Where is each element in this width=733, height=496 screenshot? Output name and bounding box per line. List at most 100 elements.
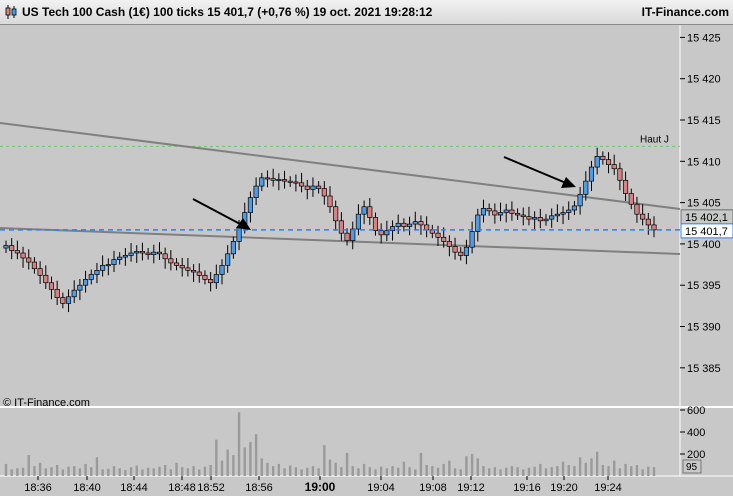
volume-bar bbox=[175, 462, 178, 476]
volume-bar bbox=[73, 466, 76, 476]
volume-bar bbox=[254, 434, 258, 476]
x-tick-label: 19:08 bbox=[419, 482, 447, 494]
volume-bar bbox=[578, 457, 582, 476]
volume-bar bbox=[243, 447, 246, 476]
volume-bar bbox=[556, 466, 559, 476]
volume-bar bbox=[260, 458, 263, 476]
volume-bar bbox=[379, 466, 383, 476]
day-high-label: Haut J bbox=[640, 134, 669, 145]
y-tick-label: 15 425 bbox=[687, 32, 721, 44]
volume-bar bbox=[453, 468, 457, 476]
volume-bar bbox=[505, 467, 508, 476]
volume-bar bbox=[595, 451, 599, 476]
volume-bar bbox=[289, 465, 292, 476]
volume-bar bbox=[368, 467, 371, 476]
volume-bar bbox=[351, 466, 354, 476]
volume-bar bbox=[607, 466, 610, 476]
volume-bar bbox=[158, 466, 161, 476]
volume-bar bbox=[345, 452, 349, 476]
volume-bar bbox=[436, 467, 440, 476]
volume-bar bbox=[499, 469, 502, 476]
volume-bar bbox=[340, 467, 343, 476]
volume-bar bbox=[567, 465, 570, 476]
volume-bar bbox=[186, 468, 190, 476]
volume-bar bbox=[425, 465, 428, 476]
x-tick-label: 18:44 bbox=[120, 482, 148, 494]
volume-bar bbox=[33, 466, 36, 476]
volume-bar bbox=[487, 468, 491, 476]
volume-bar bbox=[408, 467, 411, 476]
volume-bar bbox=[431, 466, 434, 476]
x-tick-label: 18:56 bbox=[245, 482, 273, 494]
price-chart[interactable]: 15 425 15 420 15 415 15 410 15 405 15 400 15 3… bbox=[0, 0, 733, 496]
volume-bar bbox=[510, 466, 514, 476]
volume-bar bbox=[44, 468, 47, 476]
upper-price-label: 15 402,1 bbox=[680, 209, 733, 225]
x-tick-label: 19:04 bbox=[367, 482, 395, 494]
volume-bar bbox=[357, 468, 360, 476]
volume-tick-label: 200 bbox=[687, 449, 705, 461]
volume-bar bbox=[362, 463, 366, 476]
volume-bar bbox=[516, 467, 519, 476]
volume-bar bbox=[169, 469, 173, 476]
volume-bar bbox=[544, 468, 548, 476]
y-tick-label: 15 400 bbox=[687, 239, 721, 251]
volume-bar bbox=[215, 439, 218, 476]
x-tick-label: 18:52 bbox=[197, 482, 225, 494]
volume-bar bbox=[226, 449, 229, 476]
y-tick-label: 15 420 bbox=[687, 74, 721, 86]
svg-text:15 401,7: 15 401,7 bbox=[685, 226, 728, 238]
volume-bar bbox=[27, 455, 30, 476]
volume-bar bbox=[323, 445, 326, 476]
x-tick-label: 19:12 bbox=[457, 482, 485, 494]
volume-bar bbox=[78, 468, 82, 476]
x-tick-label: 19:20 bbox=[550, 482, 578, 494]
volume-bar bbox=[95, 457, 99, 476]
volume-bar bbox=[16, 468, 19, 476]
volume-bar bbox=[306, 467, 309, 476]
volume-bar bbox=[539, 463, 542, 476]
volume-bar bbox=[328, 459, 332, 476]
y-tick-label: 15 395 bbox=[687, 280, 721, 292]
volume-bar bbox=[630, 466, 633, 476]
volume-bar bbox=[4, 463, 8, 476]
volume-bar bbox=[152, 468, 155, 476]
volume-bar bbox=[203, 466, 207, 476]
volume-bar bbox=[163, 465, 167, 476]
x-tick-label: 19:24 bbox=[594, 482, 622, 494]
x-tick-label: 18:48 bbox=[168, 482, 196, 494]
volume-bar bbox=[294, 467, 298, 476]
volume-bar bbox=[601, 465, 605, 476]
y-tick-label: 15 390 bbox=[687, 322, 721, 334]
svg-text:15 402,1: 15 402,1 bbox=[685, 212, 728, 224]
y-tick-label: 15 405 bbox=[687, 198, 721, 210]
volume-bar bbox=[618, 468, 622, 476]
chart-window: US Tech 100 Cash (1€) 100 ticks 15 401,7… bbox=[0, 0, 733, 496]
volume-bar bbox=[613, 460, 616, 476]
volume-bar bbox=[533, 466, 536, 476]
volume-bar bbox=[21, 467, 25, 476]
volume-bar bbox=[624, 463, 627, 476]
volume-bar bbox=[402, 461, 406, 476]
volume-bar bbox=[550, 467, 553, 476]
x-tick-label: 18:36 bbox=[24, 482, 52, 494]
x-tick-label: 19:16 bbox=[513, 482, 541, 494]
volume-bar bbox=[590, 458, 593, 476]
volume-bar bbox=[584, 462, 587, 476]
volume-bar bbox=[84, 463, 87, 476]
volume-bar bbox=[419, 452, 423, 476]
volume-bar bbox=[635, 465, 639, 476]
volume-bar bbox=[414, 469, 417, 476]
volume-bar bbox=[482, 466, 485, 476]
volume-bar bbox=[391, 466, 394, 476]
volume-bar bbox=[181, 467, 184, 476]
volume-tick-label: 400 bbox=[687, 427, 705, 439]
y-tick-label: 15 410 bbox=[687, 156, 721, 168]
x-tick-label: 19:00 bbox=[305, 480, 336, 494]
volume-bar bbox=[573, 466, 576, 476]
volume-bar bbox=[374, 469, 377, 476]
volume-bar bbox=[641, 469, 644, 476]
volume-bar bbox=[38, 462, 42, 476]
volume-bar bbox=[55, 465, 59, 476]
volume-value-label: 95 bbox=[682, 459, 702, 474]
